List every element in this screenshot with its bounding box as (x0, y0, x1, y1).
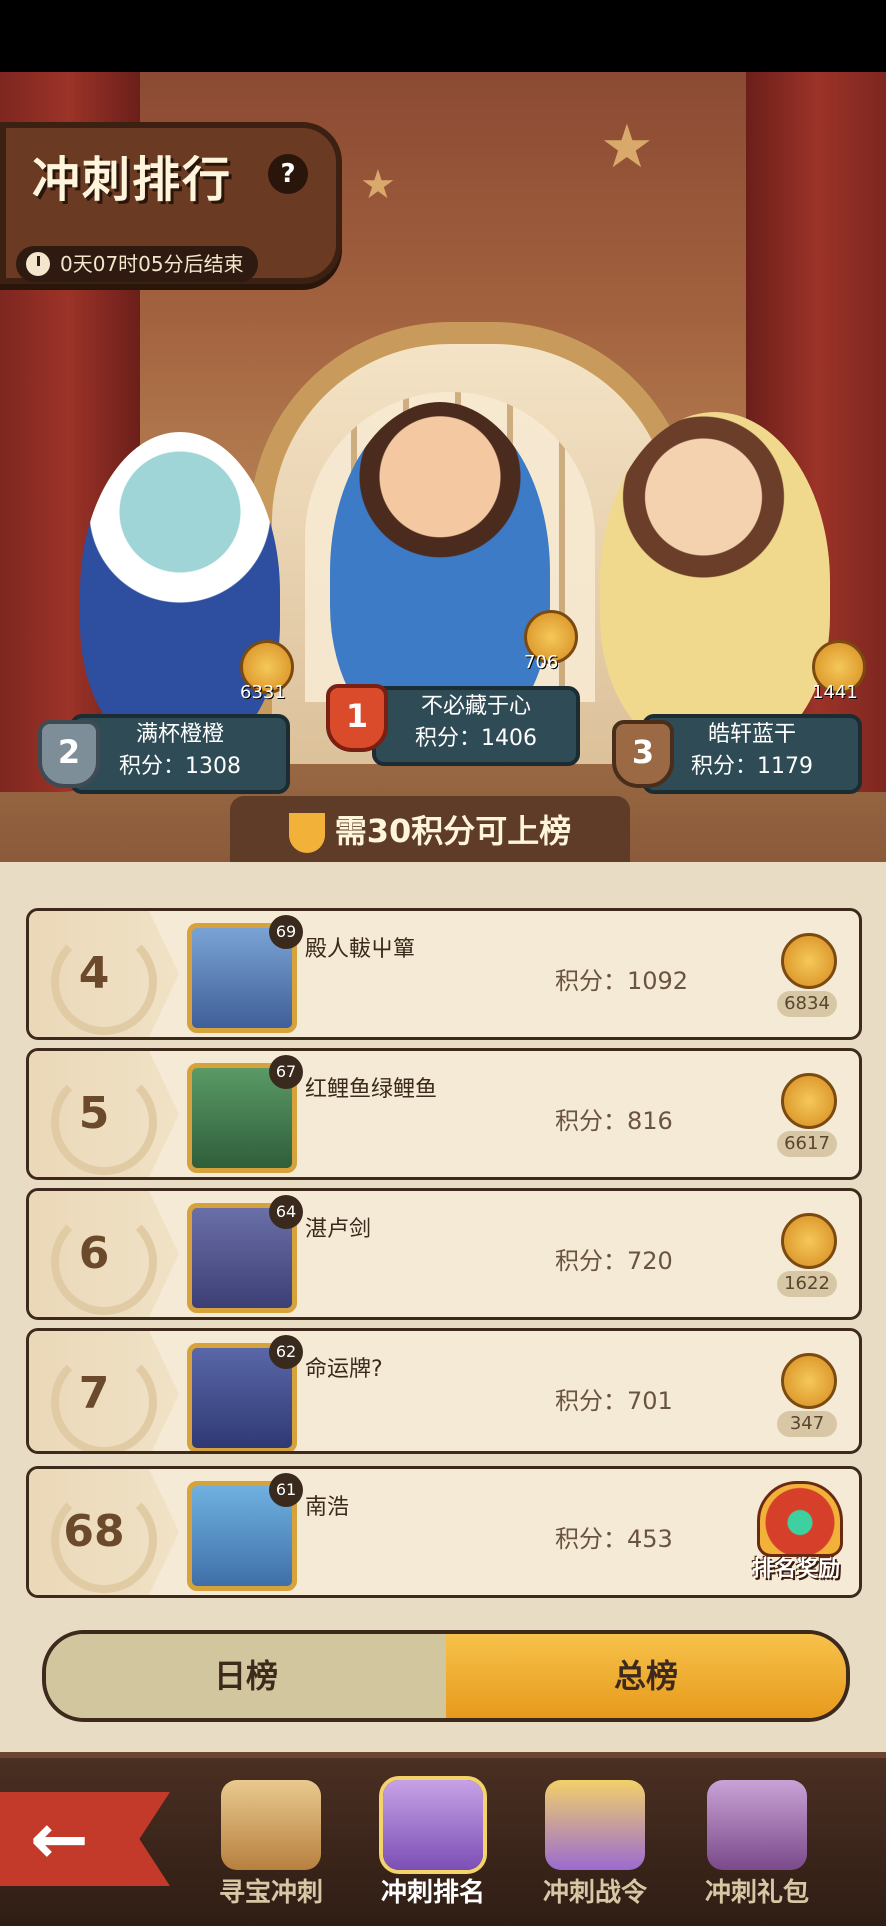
like-icon[interactable] (781, 1213, 837, 1269)
treasure-chest-icon (757, 1481, 843, 1557)
like-icon[interactable] (781, 933, 837, 989)
player-name: 湛卢剑 (305, 1217, 372, 1242)
trophy-icon (288, 813, 325, 853)
like-count: 1441 (812, 682, 858, 703)
rank-badge-third: 3 (612, 720, 674, 788)
like-count: 706 (524, 652, 559, 673)
podium-score: 积分：1406 (415, 726, 537, 751)
crown-icon (545, 1780, 645, 1870)
player-name: 命运牌? (305, 1357, 383, 1382)
countdown-timer: 0天07时05分后结束 (16, 246, 258, 282)
level-badge: 69 (269, 915, 303, 949)
help-icon[interactable]: ? (268, 154, 308, 194)
nav-item-treasure-sprint[interactable]: 寻宝冲刺 (206, 1776, 336, 1916)
star-badge-icon (383, 1780, 483, 1870)
list-item[interactable]: 4 69 殿人軷屮簞 积分：1092 6834 (26, 908, 862, 1040)
tab-total[interactable]: 总榜 (446, 1634, 846, 1718)
podium-score: 积分：1308 (119, 754, 241, 779)
score: 积分：720 (555, 1247, 673, 1275)
score: 积分：1092 (555, 967, 689, 995)
character-astronaut[interactable] (80, 432, 280, 752)
character-third-place[interactable] (600, 412, 830, 752)
title-board: 冲刺排行 ? 0天07时05分后结束 (0, 122, 342, 284)
podium-name: 满杯橙橙 (135, 722, 224, 747)
rank-number: 5 (78, 1088, 110, 1139)
requirement-banner: 需30积分可上榜 (230, 796, 630, 866)
rank-number: 68 (63, 1506, 125, 1557)
rank-reward-button[interactable]: 排名奖励 (741, 1477, 851, 1587)
podium-name: 不必藏于心 (420, 694, 531, 719)
podium-name: 皓轩蓝干 (707, 722, 796, 747)
nav-label: 冲刺战令 (542, 1878, 647, 1908)
status-bar (0, 0, 886, 72)
like-count: 6617 (777, 1131, 837, 1157)
scroll-icon (221, 1780, 321, 1870)
list-item[interactable]: 5 67 红鲤鱼绿鲤鱼 积分：816 6617 (26, 1048, 862, 1180)
score: 积分：453 (555, 1525, 673, 1553)
star-icon: ★ (360, 162, 396, 208)
leaderboard-tabs: 日榜 总榜 (42, 1630, 850, 1722)
level-badge: 62 (269, 1335, 303, 1369)
requirement-text: 需30积分可上榜 (334, 812, 572, 850)
podium-plate-third[interactable]: 皓轩蓝干 积分：1179 (642, 714, 862, 794)
ranking-stage: ★ ★ ★ 6331 706 1441 满杯橙橙 积分：1308 2 不必藏于心… (0, 72, 886, 862)
bottom-nav: ← 寻宝冲刺 冲刺排名 冲刺战令 冲刺礼包 (0, 1752, 886, 1926)
nav-item-sprint-gift[interactable]: 冲刺礼包 (692, 1776, 822, 1916)
reward-label: 排名奖励 (751, 1557, 840, 1582)
nav-item-sprint-pass[interactable]: 冲刺战令 (530, 1776, 660, 1916)
level-badge: 64 (269, 1195, 303, 1229)
star-icon: ★ (600, 112, 654, 182)
podium-plate-second[interactable]: 满杯橙橙 积分：1308 (70, 714, 290, 794)
list-item[interactable]: 6 64 湛卢剑 积分：720 1622 (26, 1188, 862, 1320)
tab-daily[interactable]: 日榜 (46, 1634, 446, 1718)
like-count: 6834 (777, 991, 837, 1017)
clock-icon (26, 252, 50, 276)
level-badge: 61 (269, 1473, 303, 1507)
like-count: 6331 (240, 682, 286, 703)
rank-number: 7 (78, 1368, 110, 1419)
back-arrow-icon: ← (30, 1798, 89, 1880)
list-item[interactable]: 7 62 命运牌? 积分：701 347 (26, 1328, 862, 1454)
my-rank-row[interactable]: 68 61 南浩 积分：453 排名奖励 (26, 1466, 862, 1598)
player-name: 南浩 (305, 1495, 350, 1520)
rank-badge-second: 2 (38, 720, 100, 788)
nav-label: 冲刺排名 (380, 1878, 485, 1908)
level-badge: 67 (269, 1055, 303, 1089)
score: 积分：701 (555, 1387, 673, 1415)
nav-label: 寻宝冲刺 (218, 1878, 323, 1908)
podium-score: 积分：1179 (691, 754, 813, 779)
rank-number: 4 (78, 948, 110, 999)
like-count: 1622 (777, 1271, 837, 1297)
nav-item-sprint-ranking[interactable]: 冲刺排名 (368, 1776, 498, 1916)
rank-badge-first: 1 (326, 684, 388, 752)
gift-icon (707, 1780, 807, 1870)
back-button[interactable]: ← (0, 1792, 170, 1886)
like-icon[interactable] (781, 1353, 837, 1409)
page-title: 冲刺排行 (32, 152, 233, 208)
like-count: 347 (777, 1411, 837, 1437)
player-name: 殿人軷屮簞 (305, 937, 416, 962)
ranking-list: 4 69 殿人軷屮簞 积分：1092 6834 5 67 红鲤鱼绿鲤鱼 积分：8… (0, 862, 886, 1752)
nav-label: 冲刺礼包 (704, 1878, 809, 1908)
player-name: 红鲤鱼绿鲤鱼 (305, 1077, 438, 1102)
rank-number: 6 (78, 1228, 110, 1279)
podium-plate-first[interactable]: 不必藏于心 积分：1406 (372, 686, 580, 766)
score: 积分：816 (555, 1107, 673, 1135)
timer-text: 0天07时05分后结束 (60, 252, 244, 276)
like-icon[interactable] (781, 1073, 837, 1129)
